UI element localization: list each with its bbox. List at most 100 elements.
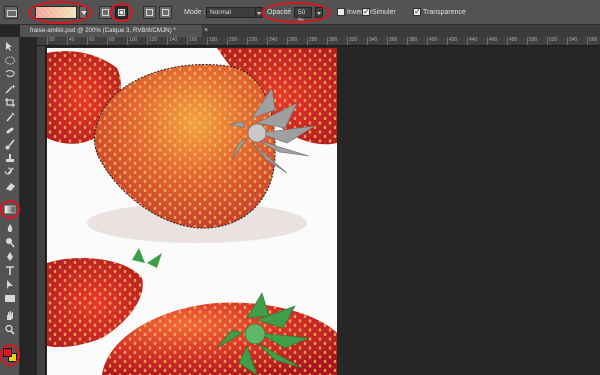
type-tool-icon[interactable] — [3, 265, 17, 276]
close-tab-icon[interactable]: × — [204, 27, 208, 34]
clone-stamp-icon[interactable] — [3, 153, 17, 164]
ruler-tick — [547, 37, 548, 45]
ruler-label: 80 — [109, 37, 115, 43]
ruler-label: 560 — [589, 37, 598, 43]
document-canvas[interactable] — [47, 48, 337, 375]
ruler-tick — [87, 37, 88, 45]
transparence-checkbox[interactable]: ✓ — [413, 8, 421, 16]
document-tab-title: fraise-amitié.psd @ 200% (Calque 3, RVB/… — [30, 27, 176, 34]
dodge-tool-icon[interactable] — [3, 237, 17, 248]
ruler-tick — [167, 37, 168, 45]
simuler-checkbox[interactable]: ✓ — [362, 8, 370, 16]
zoom-tool-icon[interactable] — [3, 324, 17, 335]
ruler-label: 440 — [469, 37, 478, 43]
mode-label: Mode : — [184, 9, 206, 16]
ruler-label: 20 — [49, 37, 55, 43]
ruler-tick — [387, 37, 388, 45]
options-bar: Mode : Normal Opacité : 50 % Inverser ✓ … — [0, 0, 600, 25]
horizontal-ruler: 20 40 60 80 100 120 140 160 180 200 220 240 260 280 30… — [37, 37, 600, 46]
opacity-highlight-ring — [261, 2, 331, 23]
ruler-tick — [507, 37, 508, 45]
ruler-label: 300 — [329, 37, 338, 43]
eraser-icon[interactable] — [3, 181, 17, 192]
brush-tool-icon[interactable] — [3, 139, 17, 150]
ruler-tick — [407, 37, 408, 45]
canvas-image — [47, 48, 337, 375]
ruler-label: 340 — [369, 37, 378, 43]
inverser-checkbox[interactable] — [337, 8, 345, 16]
ruler-label: 60 — [89, 37, 95, 43]
ruler-tick — [327, 37, 328, 45]
ruler-tick — [247, 37, 248, 45]
vertical-ruler — [37, 46, 46, 375]
ruler-label: 40 — [69, 37, 75, 43]
ruler-tick — [127, 37, 128, 45]
history-brush-icon[interactable] — [3, 167, 17, 178]
ruler-tick — [347, 37, 348, 45]
ruler-label: 220 — [249, 37, 258, 43]
gradient-tool-highlight-ring — [0, 200, 20, 219]
tools-panel — [0, 37, 20, 375]
ruler-label: 200 — [229, 37, 238, 43]
ruler-label: 120 — [149, 37, 158, 43]
crop-tool-icon[interactable] — [3, 97, 17, 108]
ruler-tick — [467, 37, 468, 45]
gradient-highlight-ring — [28, 1, 92, 24]
ruler-tick — [187, 37, 188, 45]
ruler-tick — [47, 37, 48, 45]
ruler-tick — [147, 37, 148, 45]
eyedropper-icon[interactable] — [3, 111, 17, 122]
ruler-label: 500 — [529, 37, 538, 43]
marquee-tool-icon[interactable] — [3, 55, 17, 66]
document-tab[interactable]: fraise-amitié.psd @ 200% (Calque 3, RVB/… — [20, 25, 202, 37]
ruler-label: 540 — [569, 37, 578, 43]
ruler-label: 240 — [269, 37, 278, 43]
transparence-label: Transparence — [423, 9, 466, 16]
ruler-tick — [267, 37, 268, 45]
blur-tool-icon[interactable] — [3, 223, 17, 234]
ruler-label: 140 — [169, 37, 178, 43]
ruler-tick — [487, 37, 488, 45]
pen-tool-icon[interactable] — [3, 251, 17, 262]
move-tool-icon[interactable] — [3, 41, 17, 52]
ruler-label: 360 — [389, 37, 398, 43]
ruler-tick — [527, 37, 528, 45]
ruler-label: 460 — [489, 37, 498, 43]
radial-highlight-ring — [110, 3, 133, 22]
ruler-tick — [67, 37, 68, 45]
ruler-label: 480 — [509, 37, 518, 43]
ruler-label: 100 — [129, 37, 138, 43]
ruler-tick — [207, 37, 208, 45]
path-selection-icon[interactable] — [3, 279, 17, 290]
ruler-label: 280 — [309, 37, 318, 43]
ruler-tick — [287, 37, 288, 45]
mode-select[interactable]: Normal — [206, 7, 256, 18]
ruler-label: 400 — [429, 37, 438, 43]
foreground-color-swatch[interactable] — [3, 348, 12, 357]
ruler-label: 160 — [189, 37, 198, 43]
document-tab-bar: fraise-amitié.psd @ 200% (Calque 3, RVB/… — [20, 25, 600, 37]
ruler-label: 180 — [209, 37, 218, 43]
ruler-label: 420 — [449, 37, 458, 43]
ruler-tick — [567, 37, 568, 45]
ruler-label: 520 — [549, 37, 558, 43]
healing-brush-icon[interactable] — [3, 125, 17, 136]
ruler-tick — [367, 37, 368, 45]
rectangle-tool-icon[interactable] — [3, 293, 17, 304]
ruler-label: 260 — [289, 37, 298, 43]
ruler-label: 380 — [409, 37, 418, 43]
ruler-label: 320 — [349, 37, 358, 43]
ruler-tick — [587, 37, 588, 45]
ruler-tick — [427, 37, 428, 45]
ruler-tick — [447, 37, 448, 45]
ruler-tick — [227, 37, 228, 45]
ruler-tick — [307, 37, 308, 45]
diamond-gradient-icon[interactable] — [159, 6, 172, 19]
lasso-tool-icon[interactable] — [3, 69, 17, 80]
simuler-label: Simuler — [372, 9, 396, 16]
ruler-tick — [107, 37, 108, 45]
reflected-gradient-icon[interactable] — [143, 6, 156, 19]
tool-preset-button[interactable] — [4, 6, 18, 19]
magic-wand-icon[interactable] — [3, 83, 17, 94]
hand-tool-icon[interactable] — [3, 310, 17, 321]
